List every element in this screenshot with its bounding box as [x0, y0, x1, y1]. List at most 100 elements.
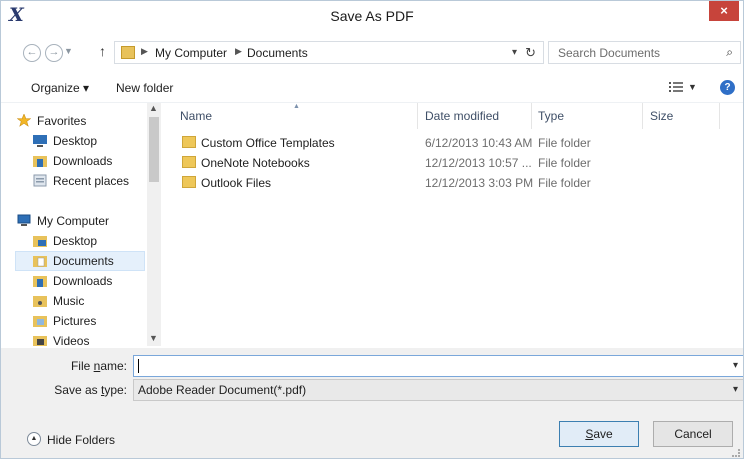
folder-icon: [182, 176, 196, 188]
scroll-down-icon[interactable]: ▼: [149, 333, 158, 343]
sidebar-item-label: Pictures: [53, 314, 97, 328]
address-dropdown-icon[interactable]: ▾: [512, 47, 517, 58]
file-date: 12/12/2013 10:57 ...: [425, 156, 532, 170]
table-row[interactable]: OneNote Notebooks 12/12/2013 10:57 ... F…: [162, 152, 743, 172]
downloads-icon: [33, 156, 47, 167]
file-name: Outlook Files: [201, 176, 272, 190]
breadcrumb-my-computer[interactable]: My Computer: [155, 46, 227, 60]
column-header-size[interactable]: Size: [650, 109, 673, 123]
file-type: File folder: [538, 156, 591, 170]
sidebar-item-label: Downloads: [53, 154, 113, 168]
back-arrow-icon: ←: [26, 46, 38, 58]
file-name-field[interactable]: ▾: [133, 355, 743, 377]
file-name: Custom Office Templates: [201, 136, 335, 150]
organize-button[interactable]: Organize ▾: [31, 81, 89, 95]
file-name: OneNote Notebooks: [201, 156, 310, 170]
save-button[interactable]: Save: [559, 421, 639, 447]
folder-icon: [182, 136, 196, 148]
chevron-down-icon[interactable]: ▾: [733, 384, 738, 395]
file-list: ▲ Name Date modified Type Size Custom Of…: [162, 103, 743, 346]
forward-button[interactable]: →: [45, 44, 63, 62]
sidebar-item-label: Favorites: [37, 114, 87, 128]
sidebar-item-videos[interactable]: Videos: [15, 331, 145, 346]
save-type-label: Save as type:: [54, 383, 127, 397]
view-options-icon[interactable]: [669, 81, 683, 93]
file-date: 6/12/2013 10:43 AM: [425, 136, 533, 150]
column-divider[interactable]: [417, 103, 418, 129]
sidebar-item-desktop-folder[interactable]: Desktop: [15, 231, 145, 251]
save-as-dialog: X Save As PDF × ← → ▼ ↑ ▶ My Computer ▶ …: [0, 0, 744, 459]
title-bar[interactable]: X Save As PDF ×: [1, 1, 743, 31]
collapse-icon: ▲: [27, 432, 41, 446]
sort-ascending-icon: ▲: [293, 103, 300, 110]
desktop-folder-icon: [33, 236, 47, 247]
file-name-label: File name:: [70, 359, 127, 373]
documents-folder-icon: [33, 256, 47, 267]
file-type: File folder: [538, 136, 591, 150]
music-folder-icon: [33, 296, 47, 307]
file-type: File folder: [538, 176, 591, 190]
command-toolbar: Organize ▾ New folder ▼ ?: [1, 73, 743, 103]
refresh-icon[interactable]: ↻: [525, 45, 536, 61]
sidebar-item-downloads-folder[interactable]: Downloads: [15, 271, 145, 291]
sidebar-item-my-computer[interactable]: My Computer: [15, 211, 145, 231]
file-date: 12/12/2013 3:03 PM: [425, 176, 534, 190]
sidebar-item-favorites[interactable]: Favorites: [15, 111, 145, 131]
sidebar-item-recent-places[interactable]: Recent places: [15, 171, 145, 191]
new-folder-button[interactable]: New folder: [116, 81, 173, 95]
recent-locations-dropdown[interactable]: ▼: [64, 46, 73, 56]
window-title: Save As PDF: [330, 8, 414, 24]
sidebar-item-label: Desktop: [53, 234, 98, 248]
videos-folder-icon: [33, 336, 47, 346]
sidebar-item-music[interactable]: Music: [15, 291, 145, 311]
back-button[interactable]: ←: [23, 44, 41, 62]
star-icon: [17, 114, 31, 127]
recent-places-icon: [33, 174, 47, 187]
help-icon[interactable]: ?: [720, 80, 735, 95]
downloads-folder-icon: [33, 276, 47, 287]
breadcrumb-separator-icon[interactable]: ▶: [235, 46, 242, 57]
cancel-button[interactable]: Cancel: [653, 421, 733, 447]
sidebar-item-pictures[interactable]: Pictures: [15, 311, 145, 331]
bottom-panel: File name: ▾ Save as type: Adobe Reader …: [1, 348, 743, 458]
close-button[interactable]: ×: [709, 1, 739, 21]
resize-grip-icon[interactable]: [732, 449, 740, 457]
sidebar-item-label: Documents: [53, 254, 114, 268]
pictures-folder-icon: [33, 316, 47, 327]
up-button[interactable]: ↑: [99, 43, 106, 59]
column-header-name[interactable]: Name: [180, 109, 212, 123]
sidebar-item-downloads[interactable]: Downloads: [15, 151, 145, 171]
sidebar-item-label: My Computer: [37, 214, 110, 228]
sidebar-item-documents[interactable]: Documents: [15, 251, 145, 271]
forward-arrow-icon: →: [48, 46, 60, 58]
breadcrumb-documents[interactable]: Documents: [247, 46, 308, 60]
table-row[interactable]: Custom Office Templates 6/12/2013 10:43 …: [162, 132, 743, 152]
sidebar-item-label: Recent places: [53, 174, 130, 188]
save-type-value: Adobe Reader Document(*.pdf): [138, 383, 307, 397]
column-divider[interactable]: [719, 103, 720, 129]
view-dropdown-icon[interactable]: ▼: [688, 82, 697, 92]
sidebar-item-desktop[interactable]: Desktop: [15, 131, 145, 151]
navigation-pane: Favorites Desktop Downloads Recent place…: [15, 103, 162, 346]
sidebar-item-label: Desktop: [53, 134, 98, 148]
navigation-scrollbar[interactable]: ▲ ▼: [147, 103, 161, 346]
scrollbar-thumb[interactable]: [149, 117, 159, 182]
column-header-date-modified[interactable]: Date modified: [425, 109, 499, 123]
breadcrumb-separator-icon[interactable]: ▶: [141, 46, 148, 57]
address-row: ← → ▼ ↑ ▶ My Computer ▶ Documents ▾ ↻ Se…: [1, 39, 743, 67]
chevron-down-icon[interactable]: ▾: [733, 360, 738, 371]
search-icon[interactable]: ⌕: [726, 45, 733, 60]
address-bar[interactable]: ▶ My Computer ▶ Documents ▾ ↻: [114, 41, 544, 64]
sidebar-item-label: Downloads: [53, 274, 113, 288]
save-type-select[interactable]: Adobe Reader Document(*.pdf) ▾: [133, 379, 743, 401]
column-divider[interactable]: [642, 103, 643, 129]
sidebar-item-label: Videos: [53, 334, 90, 346]
scroll-up-icon[interactable]: ▲: [149, 103, 158, 113]
search-input[interactable]: Search Documents: [558, 46, 660, 60]
column-divider[interactable]: [531, 103, 532, 129]
table-row[interactable]: Outlook Files 12/12/2013 3:03 PM File fo…: [162, 172, 743, 192]
hide-folders-label: Hide Folders: [47, 433, 116, 447]
text-caret: [138, 359, 139, 373]
column-header-type[interactable]: Type: [538, 109, 564, 123]
search-box[interactable]: Search Documents ⌕: [548, 41, 741, 64]
